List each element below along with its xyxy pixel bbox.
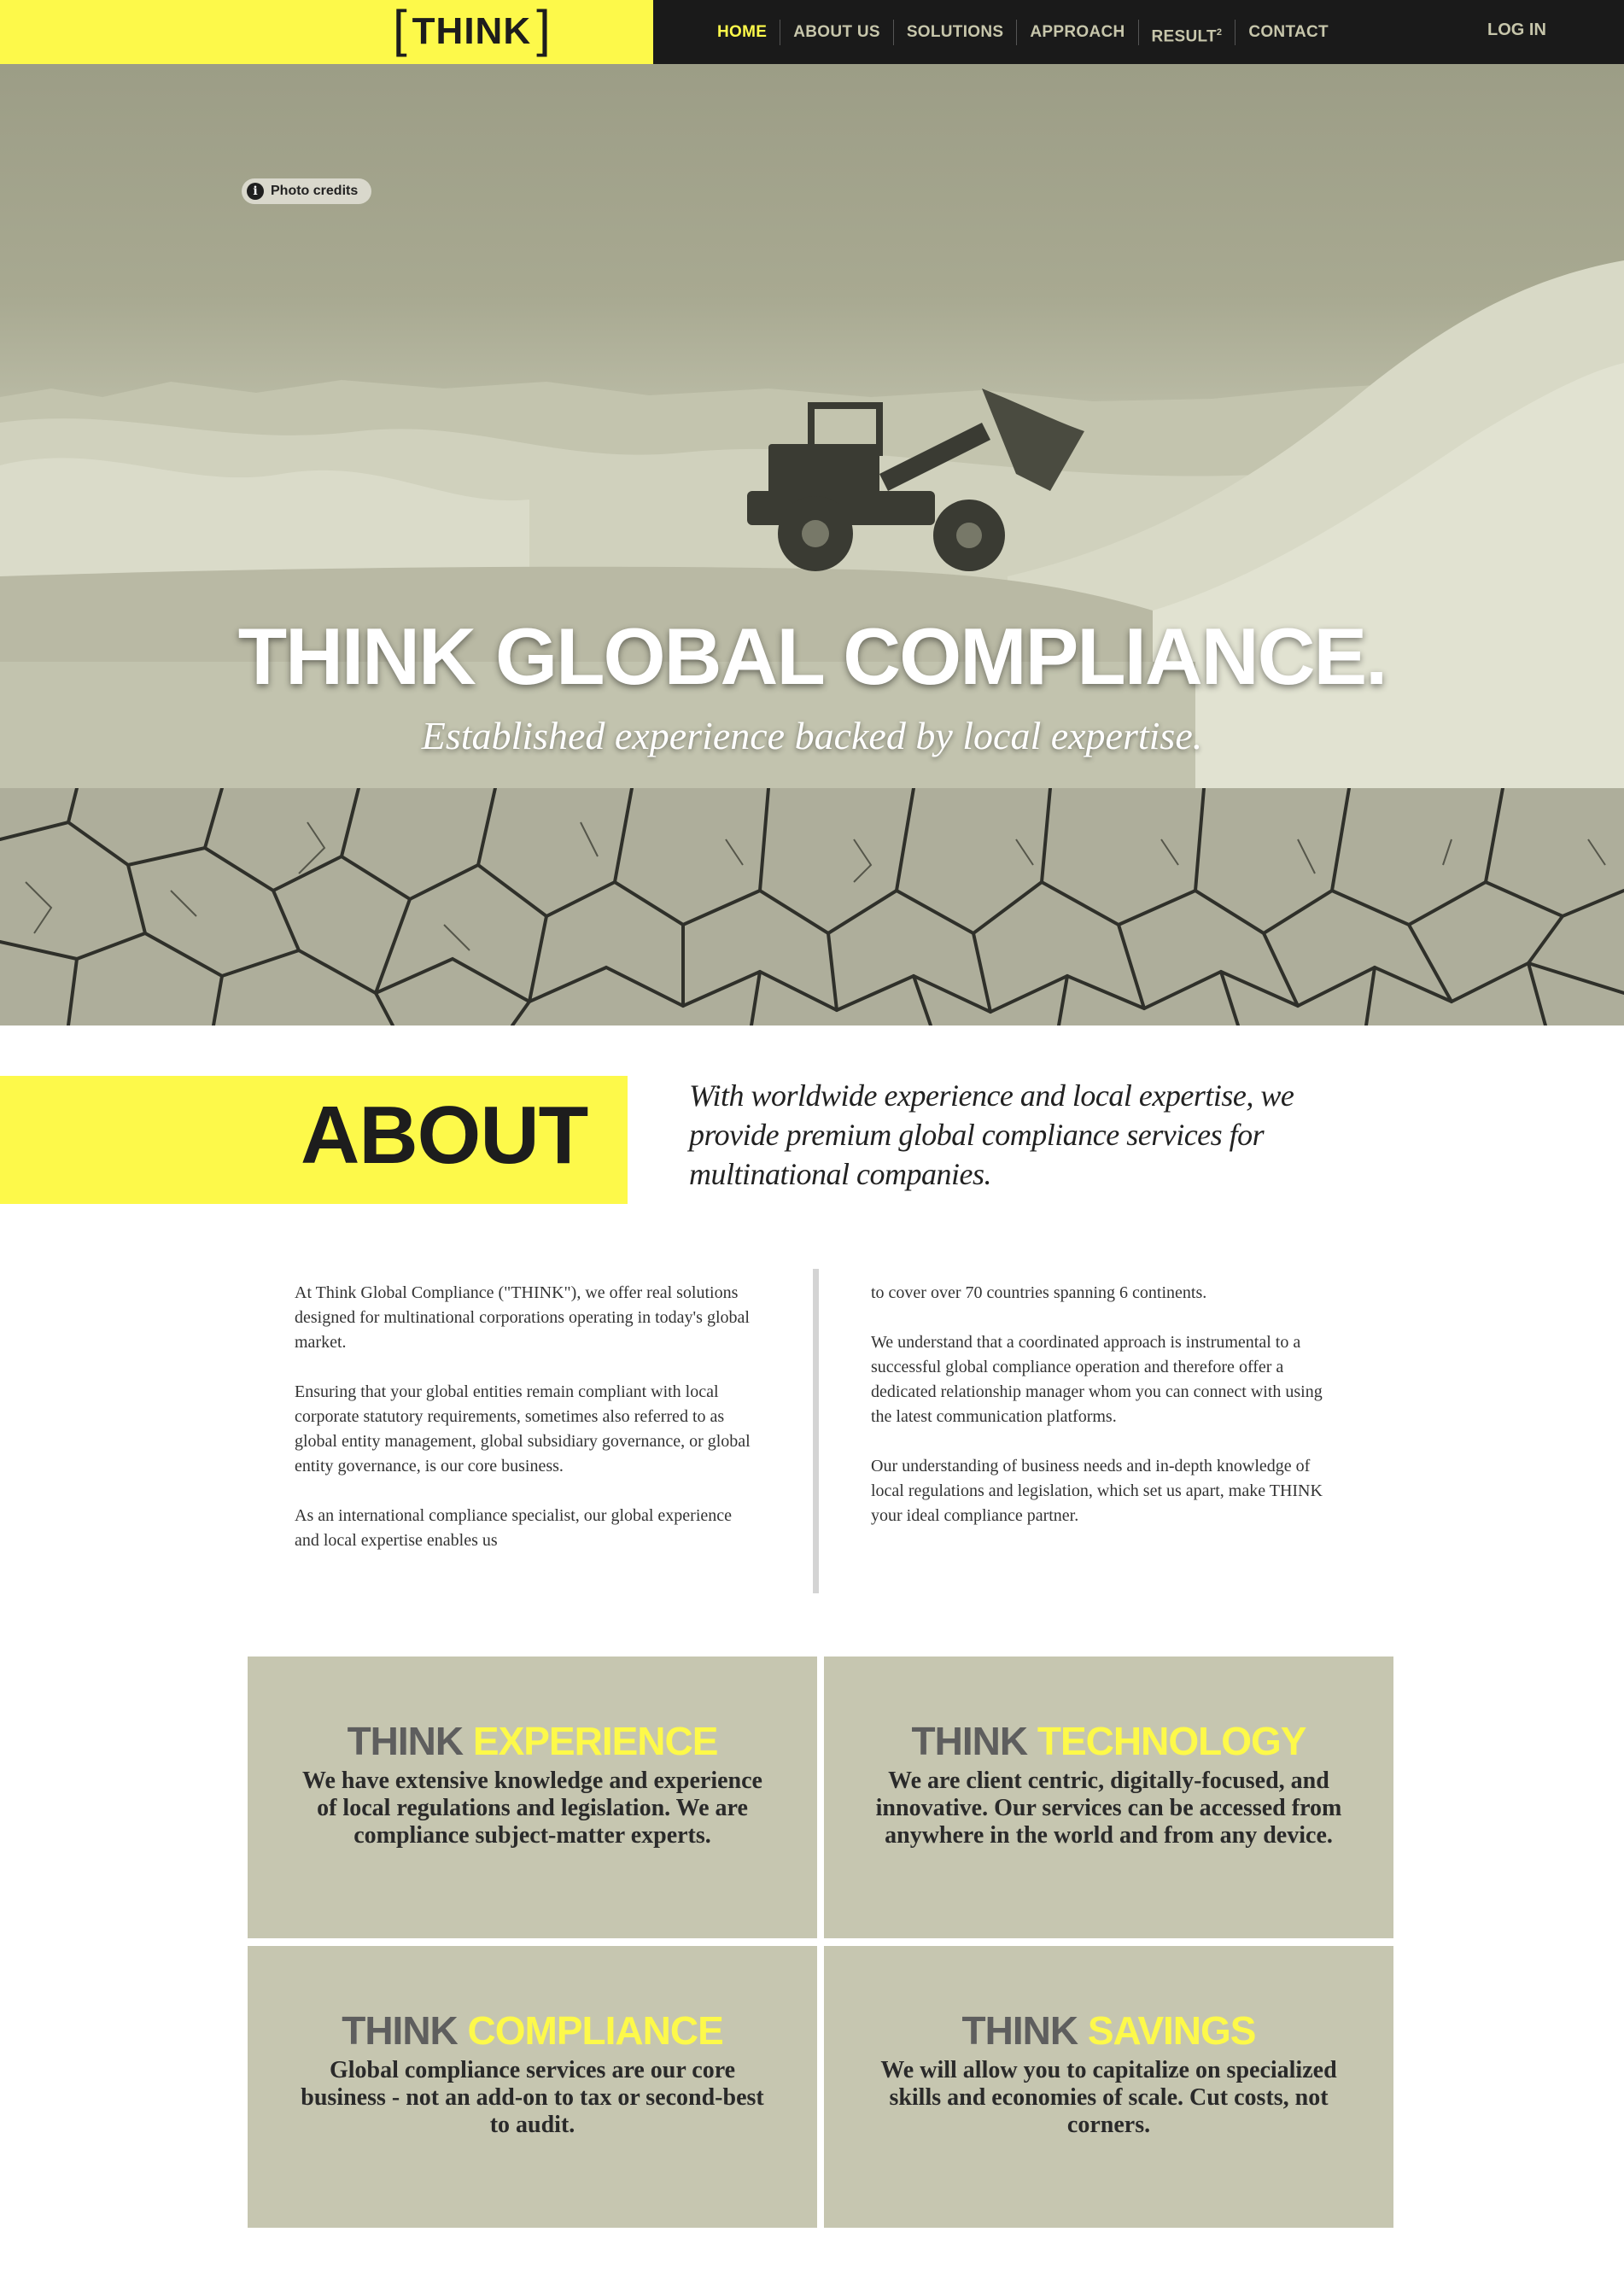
- info-icon: i: [247, 183, 264, 200]
- feature-box-text: We are client centric, digitally-focused…: [875, 1768, 1342, 1849]
- feature-box-text: We will allow you to capitalize on speci…: [880, 2057, 1337, 2138]
- logo-block: [THINK]: [0, 0, 653, 64]
- feature-box-savings: THINK SAVINGS We will allow you to capit…: [824, 1946, 1393, 2228]
- cracked-earth-texture: [0, 788, 1624, 1025]
- photo-credits-button[interactable]: i Photo credits: [242, 178, 371, 204]
- column-divider: [813, 1269, 819, 1593]
- nav-item-result-label: RESULT: [1151, 26, 1217, 45]
- feature-heading-word: SAVINGS: [1087, 2008, 1257, 2053]
- feature-box-heading: THINK TECHNOLOGY: [824, 1718, 1393, 1764]
- nav-item-result-sup: 2: [1216, 26, 1223, 38]
- about-left-column: At Think Global Compliance ("THINK"), we…: [295, 1281, 760, 1578]
- feature-heading-prefix: THINK: [342, 2008, 459, 2053]
- feature-heading-word: COMPLIANCE: [467, 2008, 724, 2053]
- logo-text: THINK: [412, 10, 532, 52]
- nav-item-result[interactable]: RESULT2: [1137, 19, 1236, 45]
- cracked-earth-image: [0, 788, 1624, 1025]
- feature-box-text: We have extensive knowledge and experien…: [302, 1768, 762, 1849]
- feature-heading-word: EXPERIENCE: [472, 1719, 719, 1763]
- feature-heading-prefix: THINK: [961, 2008, 1079, 2053]
- feature-heading-prefix: THINK: [347, 1719, 464, 1763]
- hero-title: THINK GLOBAL COMPLIANCE.: [237, 611, 1388, 701]
- think-logo[interactable]: [THINK]: [393, 3, 551, 56]
- nav-item-solutions[interactable]: SOLUTIONS: [892, 19, 1017, 45]
- feature-box-heading: THINK SAVINGS: [824, 2007, 1393, 2054]
- about-tagline: With worldwide experience and local expe…: [689, 1078, 1294, 1191]
- hero-subtitle: Established experience backed by local e…: [421, 714, 1203, 757]
- main-nav: HOME ABOUT US SOLUTIONS APPROACH RESULT2…: [705, 0, 1341, 64]
- hero-banner: i Photo credits THINK GLOBAL COMPLIANCE.…: [0, 64, 1624, 788]
- about-paragraph: Ensuring that your global entities remai…: [295, 1382, 751, 1475]
- about-heading: ABOUT: [301, 1090, 588, 1181]
- photo-credits-label: Photo credits: [271, 184, 359, 198]
- feature-heading-prefix: THINK: [911, 1719, 1029, 1763]
- feature-box-experience: THINK EXPERIENCE We have extensive knowl…: [248, 1657, 817, 1938]
- about-right-column: to cover over 70 countries spanning 6 co…: [871, 1281, 1336, 1553]
- login-link[interactable]: LOG IN: [1487, 20, 1546, 40]
- feature-box-heading: THINK COMPLIANCE: [248, 2007, 817, 2054]
- about-paragraph: At Think Global Compliance ("THINK"), we…: [295, 1283, 750, 1352]
- feature-heading-word: TECHNOLOGY: [1037, 1719, 1307, 1763]
- about-paragraph: As an international compliance specialis…: [295, 1506, 733, 1550]
- about-paragraph: We understand that a coordinated approac…: [871, 1333, 1323, 1426]
- nav-item-home[interactable]: HOME: [705, 20, 780, 45]
- nav-item-about-us[interactable]: ABOUT US: [780, 19, 893, 45]
- feature-box-technology: THINK TECHNOLOGY We are client centric, …: [824, 1657, 1393, 1938]
- feature-box-text: Global compliance services are our core …: [301, 2057, 764, 2138]
- about-paragraph: Our understanding of business needs and …: [871, 1457, 1323, 1525]
- nav-item-approach[interactable]: APPROACH: [1016, 19, 1137, 45]
- top-navigation-bar: [THINK] HOME ABOUT US SOLUTIONS APPROACH…: [0, 0, 1624, 64]
- feature-box-heading: THINK EXPERIENCE: [248, 1718, 817, 1764]
- feature-box-compliance: THINK COMPLIANCE Global compliance servi…: [248, 1946, 817, 2228]
- about-paragraph: to cover over 70 countries spanning 6 co…: [871, 1283, 1207, 1302]
- nav-item-contact[interactable]: CONTACT: [1235, 19, 1341, 45]
